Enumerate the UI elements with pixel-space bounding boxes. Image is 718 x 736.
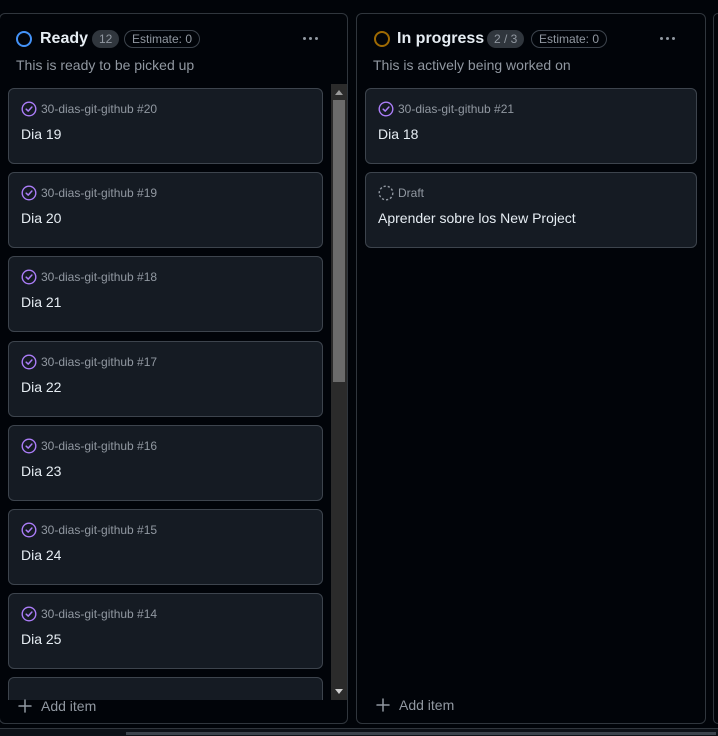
card-reference[interactable]: 30-dias-git-github #15 — [41, 523, 157, 537]
project-board: Ready 12 Estimate: 0 This is ready to be… — [0, 0, 718, 736]
card-item[interactable]: 30-dias-git-github #20 Dia 19 — [8, 88, 323, 164]
card-reference[interactable]: 30-dias-git-github #18 — [41, 270, 157, 284]
card-reference[interactable]: 30-dias-git-github #19 — [41, 186, 157, 200]
card-list[interactable]: 30-dias-git-github #20 Dia 19 30-dias-gi… — [0, 84, 347, 700]
vertical-scrollbar[interactable] — [331, 84, 347, 700]
column-menu-kebab-icon[interactable] — [301, 36, 321, 42]
add-item-button[interactable]: Add item — [18, 696, 96, 716]
column-header: Ready 12 Estimate: 0 This is ready to be… — [0, 14, 347, 84]
check-circle-icon — [21, 101, 37, 117]
column-in-progress: In progress 2 / 3 Estimate: 0 This is ac… — [356, 13, 706, 724]
card-title[interactable]: Dia 24 — [21, 547, 61, 563]
card-title[interactable]: Dia 25 — [21, 631, 61, 647]
card-item[interactable]: Draft Aprender sobre los New Project — [365, 172, 697, 248]
scroll-down-arrow-icon[interactable] — [335, 689, 343, 694]
card-reference[interactable]: 30-dias-git-github #20 — [41, 102, 157, 116]
draft-circle-icon — [378, 185, 394, 201]
item-count-badge: 2 / 3 — [487, 30, 525, 48]
card-item[interactable]: 30-dias-git-github #21 Dia 18 — [365, 88, 697, 164]
check-circle-icon — [21, 438, 37, 454]
add-item-label: Add item — [399, 697, 455, 713]
card-title[interactable]: Aprender sobre los New Project — [378, 210, 576, 226]
add-item-label: Add item — [41, 698, 97, 714]
check-circle-icon — [21, 354, 37, 370]
status-circle-icon — [374, 31, 390, 47]
card-title[interactable]: Dia 18 — [378, 126, 418, 142]
column-description: This is actively being worked on — [373, 57, 571, 73]
column-header: In progress 2 / 3 Estimate: 0 This is ac… — [357, 14, 705, 84]
card-title[interactable]: Dia 23 — [21, 463, 61, 479]
estimate-badge: Estimate: 0 — [124, 30, 201, 48]
column-description: This is ready to be picked up — [16, 57, 195, 73]
add-item-button[interactable]: Add item — [376, 695, 454, 715]
card-title[interactable]: Dia 19 — [21, 126, 61, 142]
plus-icon — [18, 699, 32, 713]
next-column-edge — [713, 13, 718, 724]
card-reference[interactable]: 30-dias-git-github #21 — [398, 102, 514, 116]
check-circle-icon — [378, 101, 394, 117]
status-circle-icon — [16, 31, 32, 47]
card-reference[interactable]: 30-dias-git-github #14 — [41, 607, 157, 621]
card-item[interactable]: 30-dias-git-github #14 Dia 25 — [8, 593, 323, 669]
card-reference: Draft — [398, 186, 425, 200]
check-circle-icon — [21, 269, 37, 285]
horizontal-scrollbar-thumb[interactable] — [126, 732, 716, 735]
column-ready: Ready 12 Estimate: 0 This is ready to be… — [0, 13, 348, 724]
card-item[interactable]: 30-dias-git-github #16 Dia 23 — [8, 425, 323, 501]
horizontal-scrollbar[interactable] — [0, 728, 718, 736]
estimate-badge: Estimate: 0 — [531, 30, 608, 48]
card-title[interactable]: Dia 22 — [21, 379, 61, 395]
card-title[interactable]: Dia 21 — [21, 294, 61, 310]
card-item[interactable]: 30-dias-git-github #15 Dia 24 — [8, 509, 323, 585]
card-title[interactable]: Dia 20 — [21, 210, 61, 226]
scrollbar-thumb[interactable] — [333, 100, 345, 382]
column-title: Ready — [40, 30, 89, 47]
card-item[interactable]: 30-dias-git-github #17 Dia 22 — [8, 341, 323, 417]
check-circle-icon — [21, 185, 37, 201]
column-title: In progress — [397, 30, 485, 47]
card-item[interactable]: 30-dias-git-github #18 Dia 21 — [8, 256, 323, 332]
check-circle-icon — [21, 606, 37, 622]
scroll-up-arrow-icon[interactable] — [335, 90, 343, 95]
plus-icon — [376, 698, 390, 712]
column-menu-kebab-icon[interactable] — [658, 36, 678, 42]
check-circle-icon — [21, 522, 37, 538]
card-reference[interactable]: 30-dias-git-github #16 — [41, 439, 157, 453]
item-count-badge: 12 — [92, 30, 120, 48]
card-item[interactable]: 30-dias-git-github #19 Dia 20 — [8, 172, 323, 248]
card-reference[interactable]: 30-dias-git-github #17 — [41, 355, 157, 369]
